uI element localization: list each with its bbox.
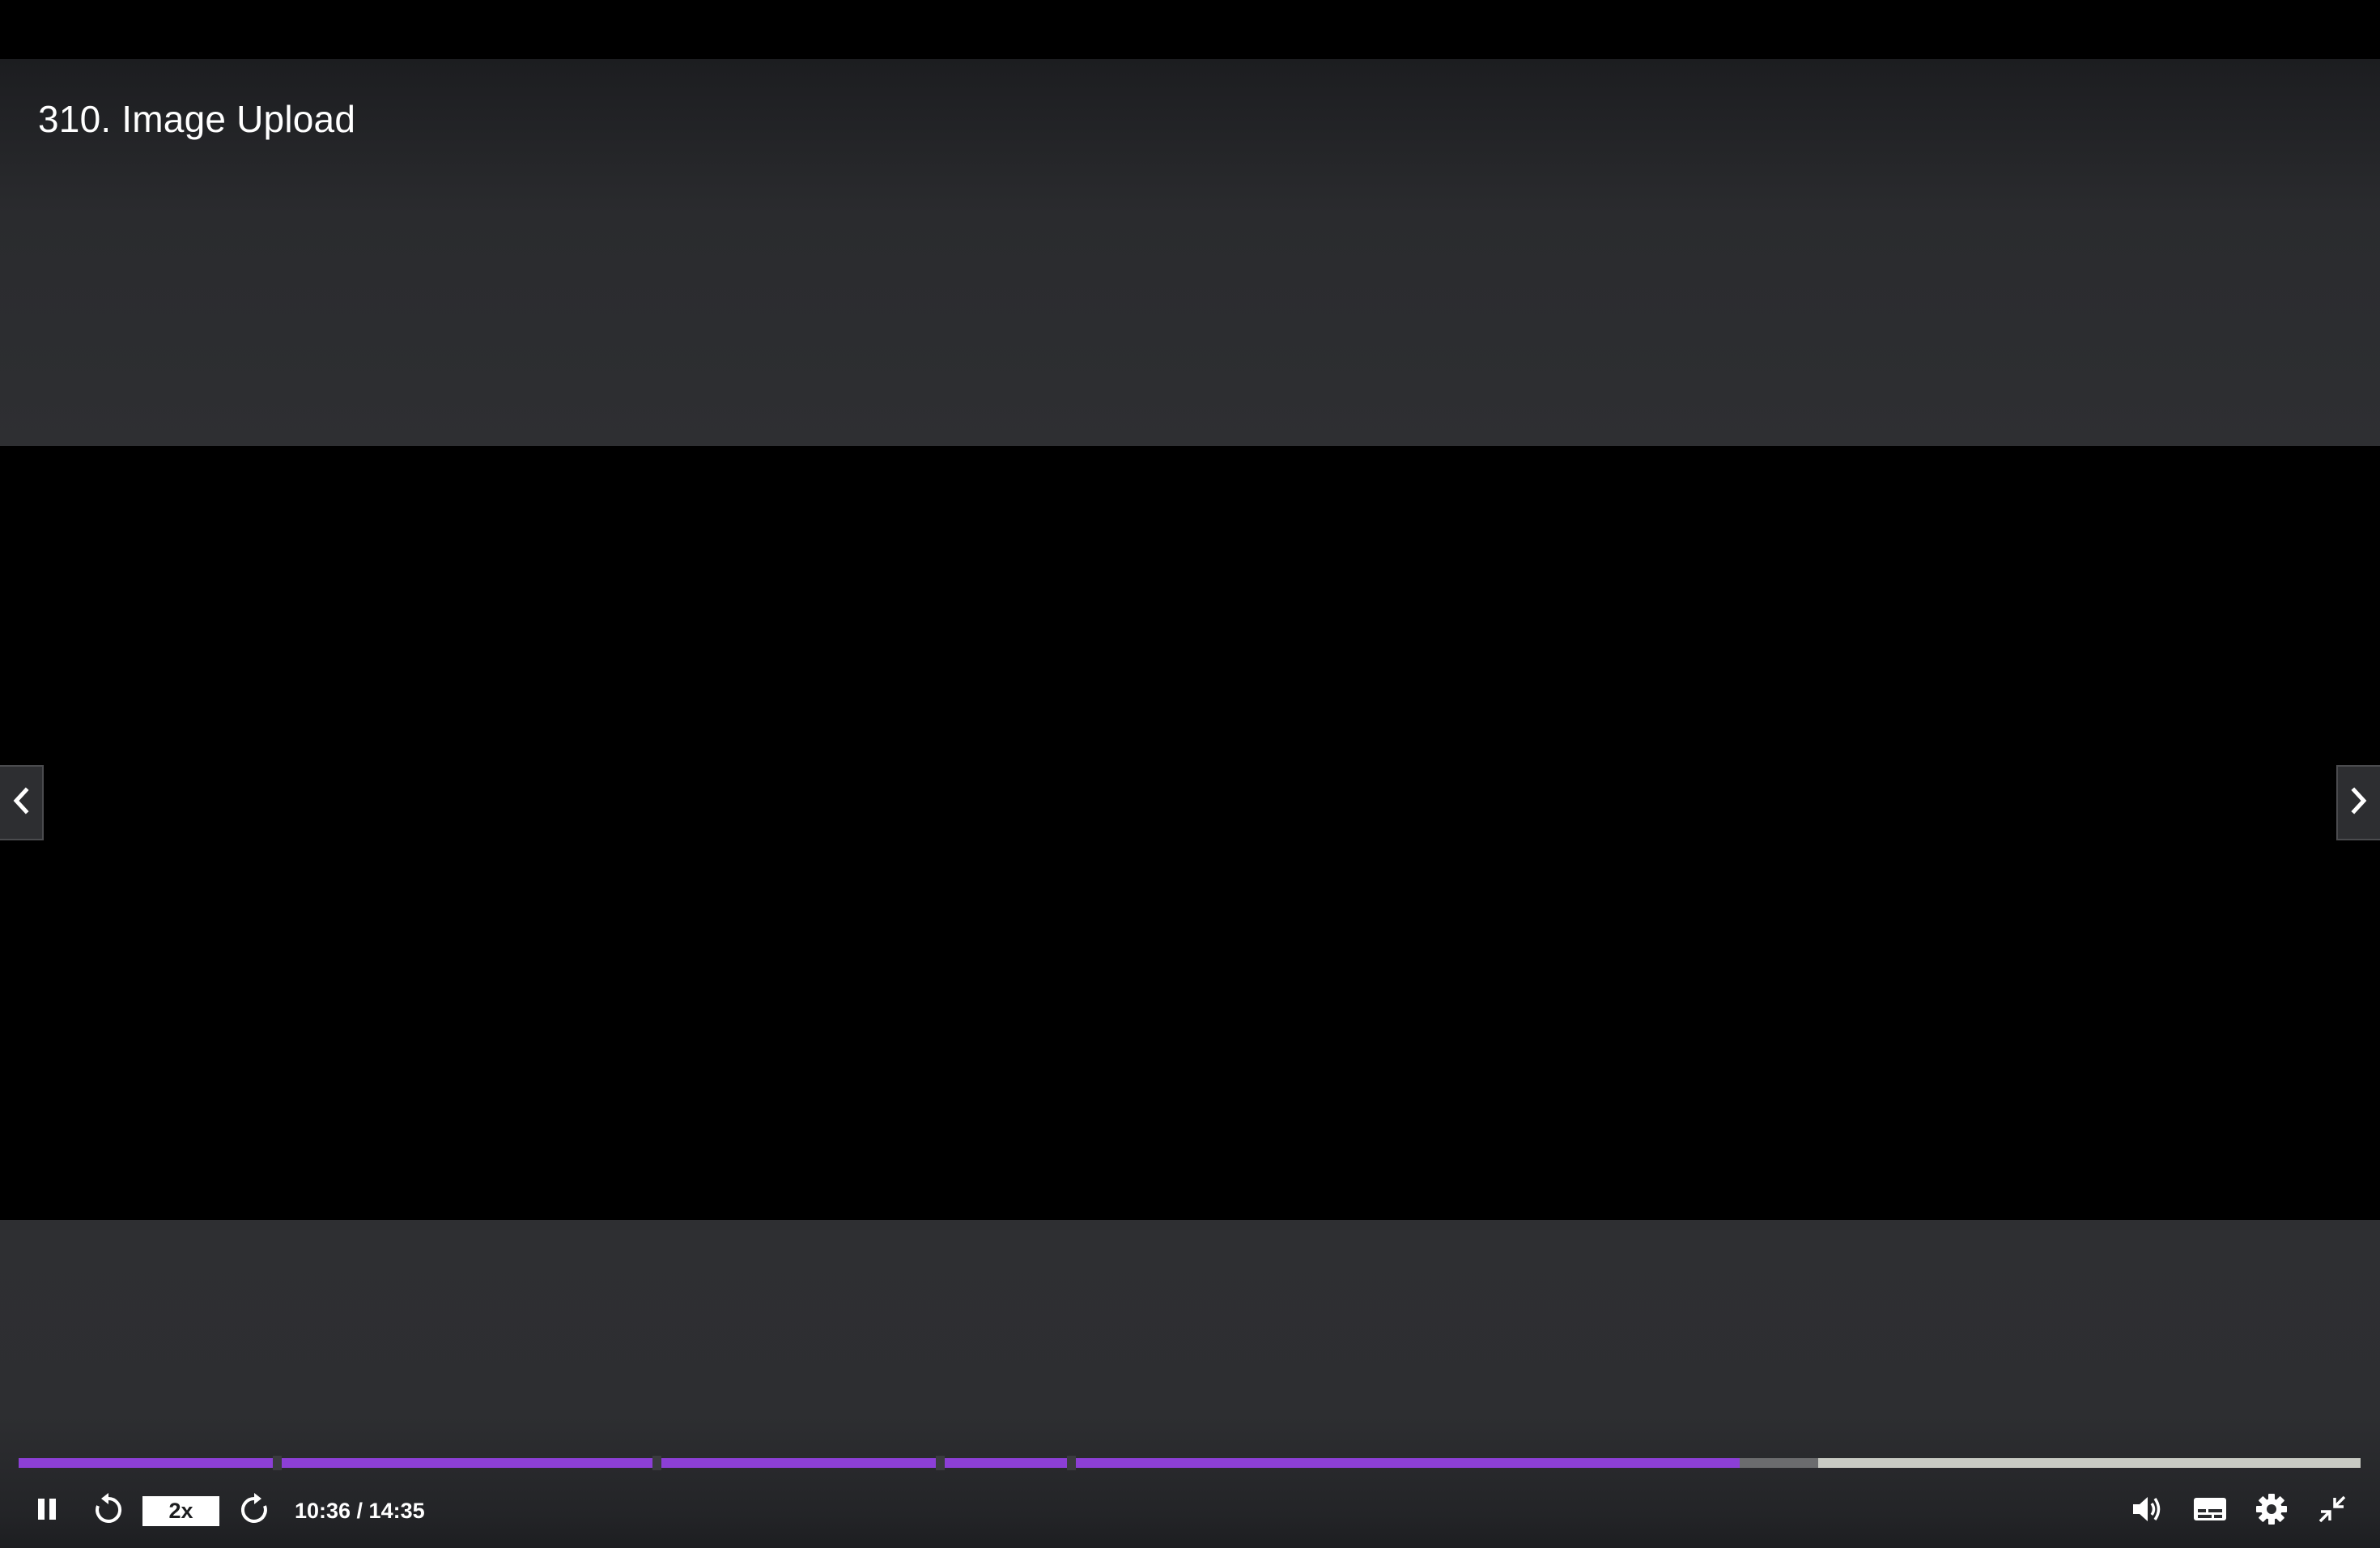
rewind-button[interactable]	[87, 1488, 130, 1533]
forward-button[interactable]	[233, 1488, 275, 1533]
exit-fullscreen-button[interactable]	[2312, 1488, 2352, 1533]
video-frame[interactable]	[0, 446, 2380, 1220]
time-display: 10:36 / 14:35	[295, 1499, 425, 1523]
captions-button[interactable]	[2187, 1488, 2233, 1533]
exit-fullscreen-icon	[2316, 1493, 2348, 1529]
chevron-right-icon	[2348, 786, 2369, 819]
lecture-title: 310. Image Upload	[38, 98, 356, 140]
settings-button[interactable]	[2250, 1488, 2293, 1533]
playback-speed-button[interactable]: 2x	[142, 1496, 219, 1526]
gear-icon	[2255, 1492, 2289, 1530]
next-lecture-button[interactable]	[2336, 765, 2380, 840]
top-black-bar	[0, 0, 2380, 59]
chevron-left-icon	[11, 786, 32, 819]
chapter-marker[interactable]	[272, 1456, 282, 1470]
pause-icon	[35, 1496, 59, 1526]
previous-lecture-button[interactable]	[0, 765, 44, 840]
forward-5-icon	[238, 1492, 270, 1530]
pause-button[interactable]	[28, 1488, 66, 1533]
chapter-marker[interactable]	[652, 1456, 662, 1470]
progress-bar[interactable]	[19, 1456, 2361, 1470]
volume-icon	[2131, 1494, 2165, 1529]
video-player[interactable]: 310. Image Upload 2x 10:36 / 14:35	[0, 0, 2380, 1548]
volume-button[interactable]	[2127, 1488, 2168, 1533]
captions-icon	[2192, 1495, 2228, 1527]
chapter-marker[interactable]	[936, 1456, 946, 1470]
title-overlay	[0, 59, 2380, 446]
chapter-marker[interactable]	[1066, 1456, 1076, 1470]
rewind-5-icon	[92, 1492, 125, 1530]
